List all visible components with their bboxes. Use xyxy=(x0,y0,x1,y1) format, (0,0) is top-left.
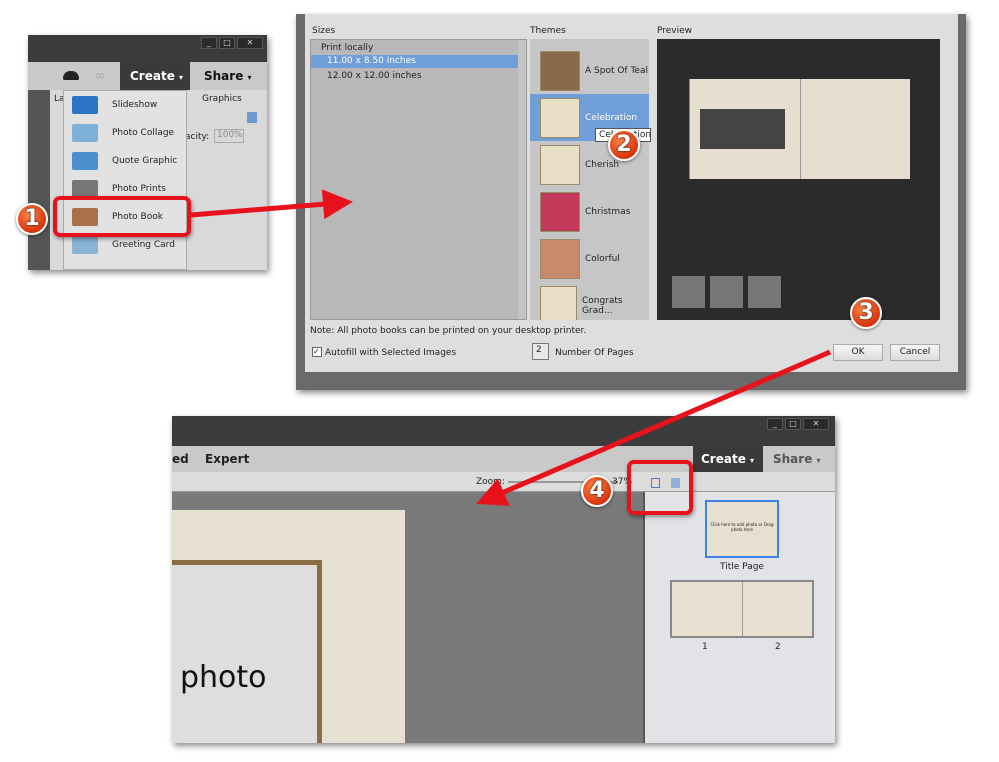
arrow-1-to-dialog xyxy=(190,189,353,220)
arrows-overlay xyxy=(190,189,831,506)
arrow-3-to-editor xyxy=(476,349,831,506)
